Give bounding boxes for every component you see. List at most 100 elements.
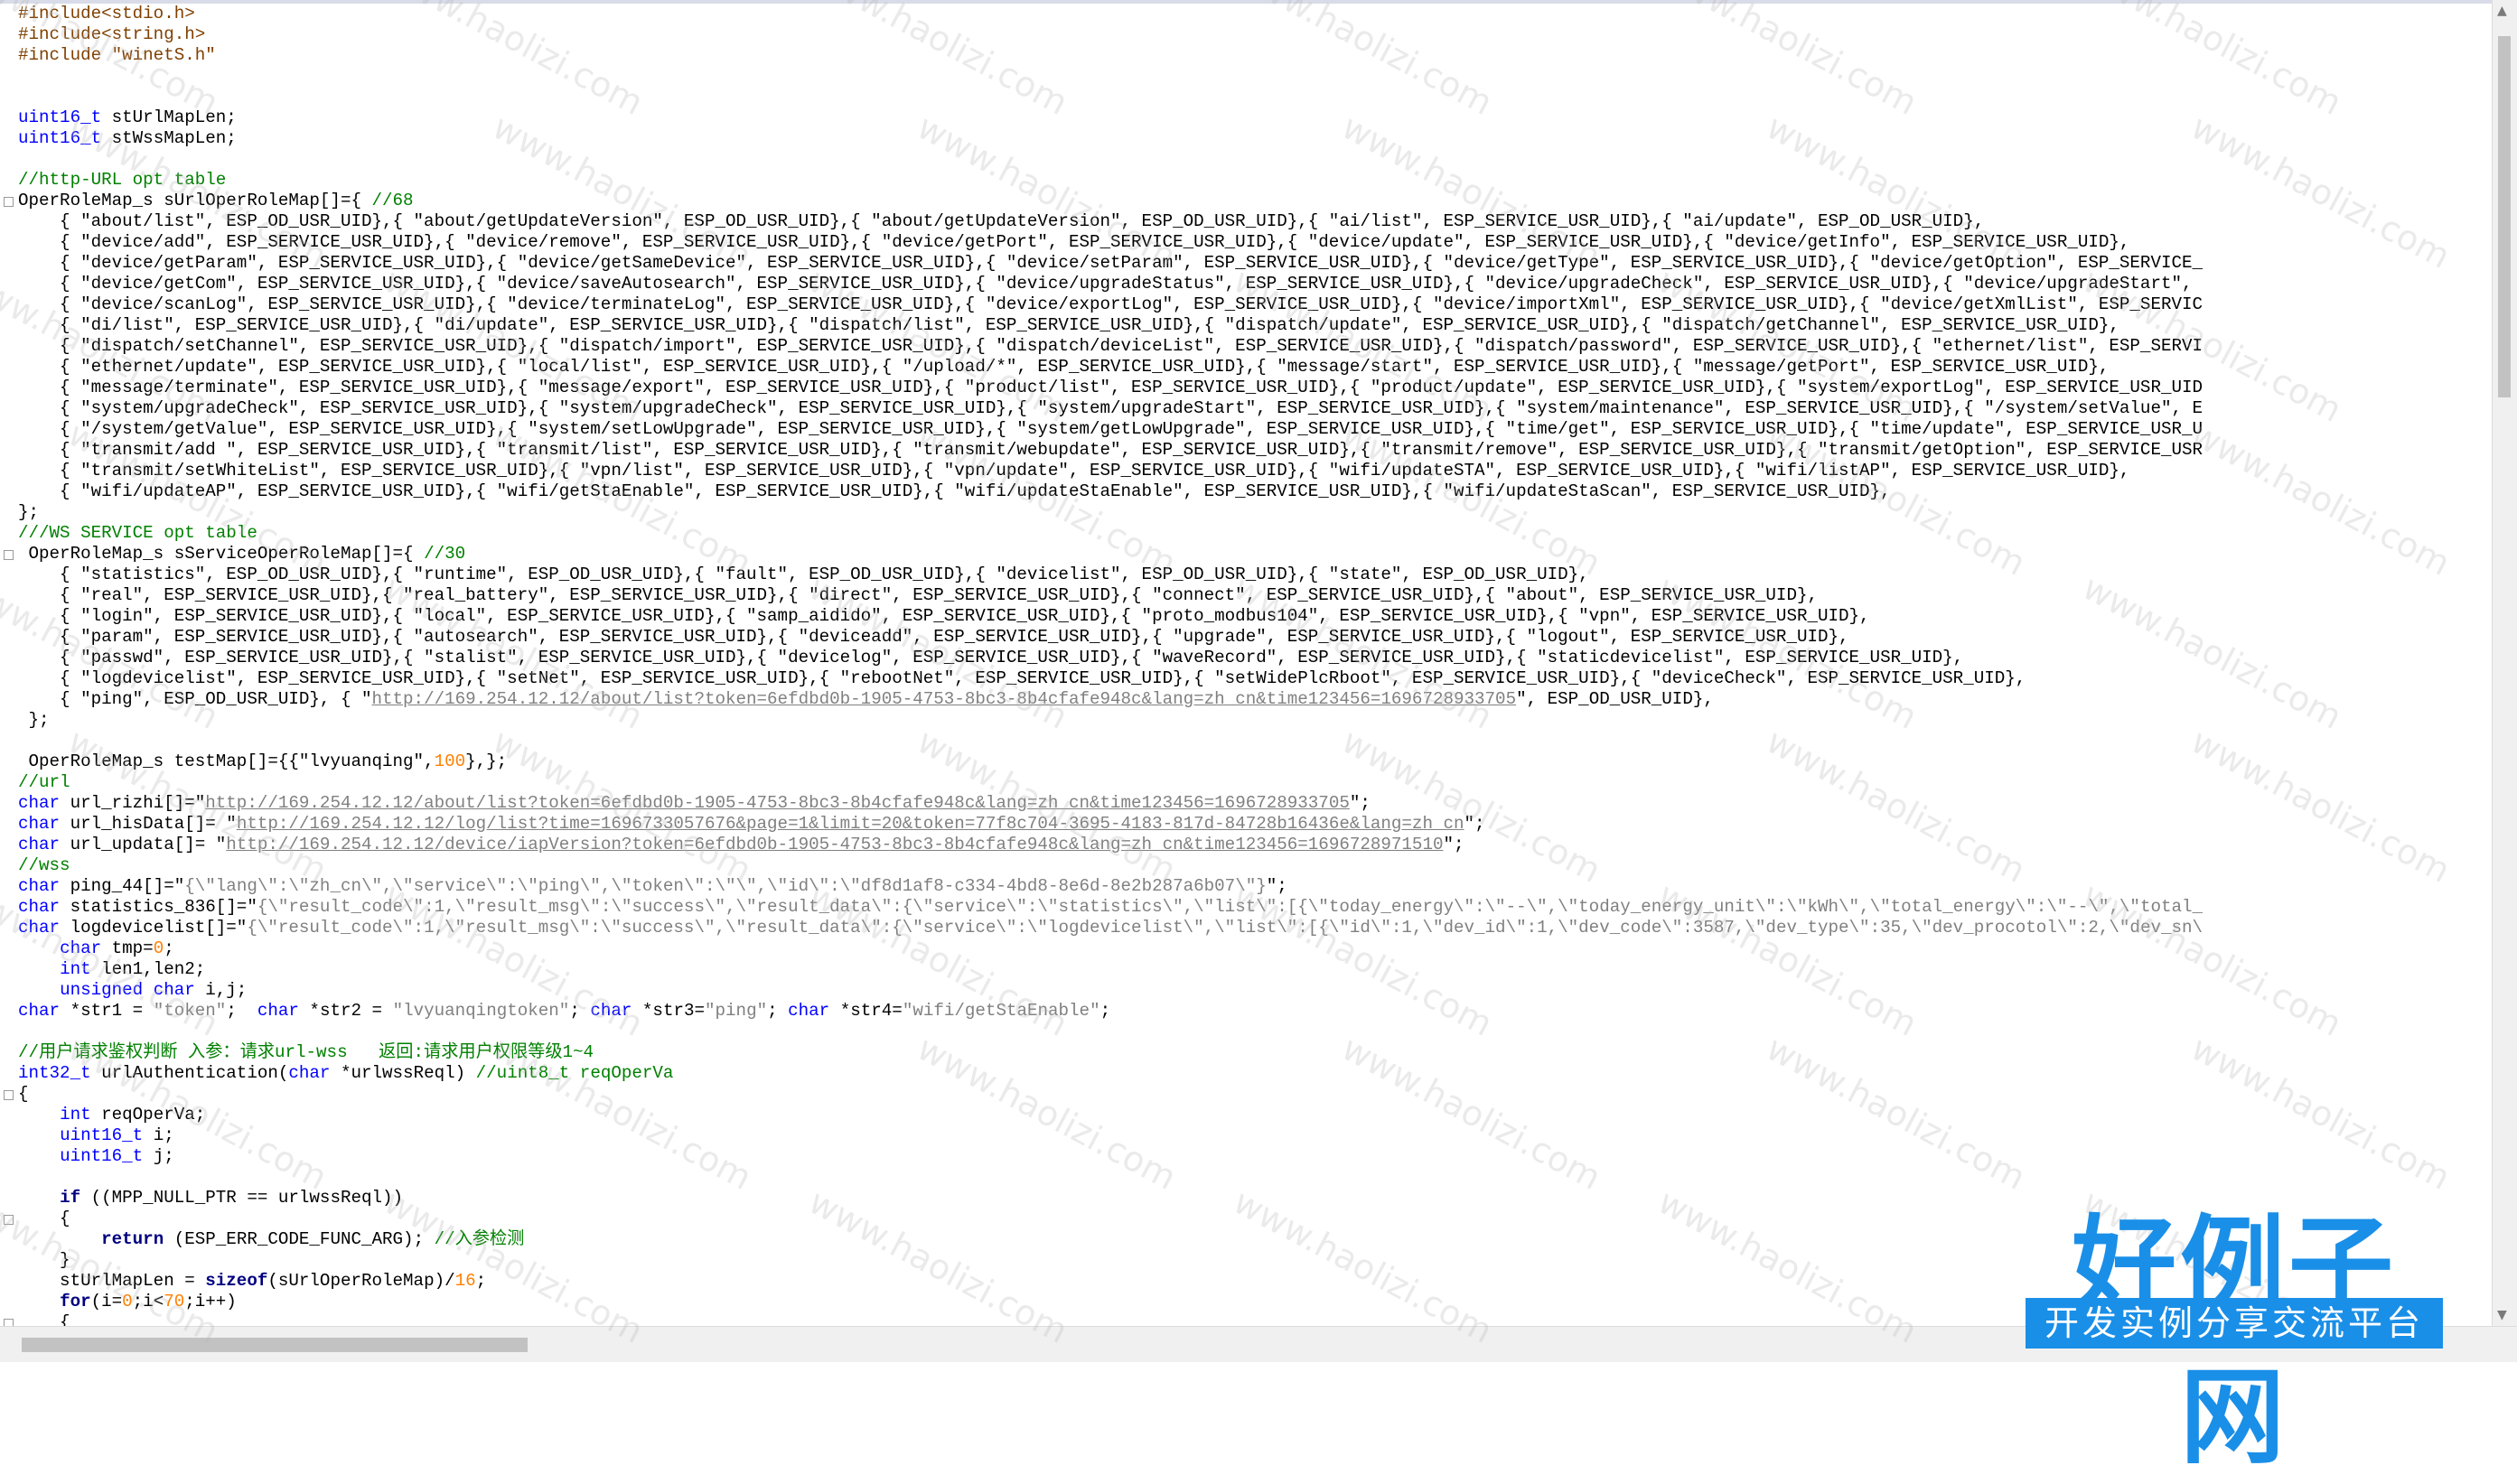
code-line: ; — [226, 1001, 257, 1021]
comment-line: //wss — [18, 855, 70, 875]
type-keyword: char — [788, 1001, 830, 1021]
number: 16 — [454, 1271, 476, 1291]
code-line: { — [18, 1312, 70, 1326]
type-keyword: char — [18, 793, 61, 813]
code-line: "; — [1443, 835, 1464, 854]
comment-line: //url — [18, 772, 70, 792]
fold-marker[interactable] — [4, 1215, 14, 1225]
code-line: { "transmit/setWhiteList", ESP_SERVICE_U… — [18, 461, 2130, 481]
code-line: *urlwssReql) — [330, 1063, 476, 1083]
url-link[interactable]: http://169.254.12.12/device/iapVersion?t… — [226, 835, 1443, 854]
horizontal-scroll-thumb[interactable] — [22, 1338, 528, 1352]
code-line: OperRoleMap_s testMap[]={{"lvyuanqing", — [18, 751, 435, 771]
code-line: { — [18, 1209, 70, 1228]
code-line: "; — [1464, 814, 1485, 834]
code-line: { "passwd", ESP_SERVICE_USR_UID},{ "stal… — [18, 648, 1964, 667]
code-line: (i= — [90, 1292, 123, 1311]
code-line: { "ping", ESP_OD_USR_UID}, { " — [18, 689, 372, 709]
code-line: ; — [164, 938, 174, 958]
code-line: j; — [143, 1146, 174, 1166]
comment-line: ///WS SERVICE opt table — [18, 523, 257, 543]
type-keyword: char — [18, 876, 61, 896]
code-line: ((MPP_NULL_PTR == urlwssReql)) — [80, 1188, 404, 1208]
string-literal: "ping" — [705, 1001, 768, 1021]
url-link[interactable]: http://169.254.12.12/about/list?token=6e… — [372, 689, 1517, 709]
code-line: *str2 = — [298, 1001, 393, 1021]
code-line: ; — [767, 1001, 789, 1021]
type-keyword: char — [18, 918, 61, 938]
code-line: urlAuthentication( — [90, 1063, 289, 1083]
code-line: *str3= — [632, 1001, 706, 1021]
vertical-scrollbar[interactable]: ▲ ▼ — [2492, 0, 2517, 1326]
number: 0 — [153, 938, 164, 958]
fold-marker[interactable] — [4, 1319, 14, 1326]
fold-gutter — [0, 7, 20, 1326]
comment: //uint8_t reqOperVa — [475, 1063, 674, 1083]
code-line: url_updata[]= " — [60, 835, 227, 854]
type-keyword: int32_t — [18, 1063, 91, 1083]
string-literal: "token" — [153, 1001, 227, 1021]
code-line: { "device/scanLog", ESP_SERVICE_USR_UID}… — [18, 294, 2204, 314]
code-line: ; — [475, 1271, 487, 1291]
code-line: { "di/list", ESP_SERVICE_USR_UID},{ "di/… — [18, 315, 2119, 335]
url-link[interactable]: http://169.254.12.12/about/list?token=6e… — [205, 793, 1350, 813]
code-line: ; — [1099, 1001, 1111, 1021]
control-keyword: for — [60, 1292, 91, 1311]
code-line: { "logdevicelist", ESP_SERVICE_USR_UID},… — [18, 668, 2026, 688]
comment-line: //http-URL opt table — [18, 170, 227, 190]
fold-marker[interactable] — [4, 550, 14, 560]
code-line: { "device/getParam", ESP_SERVICE_USR_UID… — [18, 253, 2204, 273]
code-line: { — [18, 1084, 29, 1104]
code-line: },}; — [465, 751, 508, 771]
type-keyword: char — [288, 1063, 331, 1083]
code-line: { "device/add", ESP_SERVICE_USR_UID},{ "… — [18, 232, 2130, 252]
code-text[interactable]: #include<stdio.h> #include<string.h> #in… — [18, 4, 2203, 1326]
code-line: { "ethernet/update", ESP_SERVICE_USR_UID… — [18, 357, 2110, 377]
type-keyword: uint16_t — [60, 1146, 144, 1166]
code-line: (ESP_ERR_CODE_FUNC_ARG); — [164, 1229, 435, 1249]
scroll-up-icon[interactable]: ▲ — [2497, 4, 2507, 18]
control-keyword: if — [60, 1188, 81, 1208]
string-literal: {\"lang\":\"zh_cn\",\"service\":\"ping\"… — [184, 876, 1267, 896]
comment-line: //用户请求鉴权判断 入参：请求url-wss 返回:请求用户权限等级1~4 — [18, 1042, 594, 1062]
code-line: { "statistics", ESP_OD_USR_UID},{ "runti… — [18, 565, 1589, 584]
code-line: ;i++) — [184, 1292, 237, 1311]
scroll-down-icon[interactable]: ▼ — [2497, 1308, 2507, 1322]
code-line: { "system/upgradeCheck", ESP_SERVICE_USR… — [18, 398, 2204, 418]
code-line: { "about/list", ESP_OD_USR_UID},{ "about… — [18, 211, 1985, 231]
comment: //30 — [424, 544, 466, 564]
code-line: { "message/terminate", ESP_SERVICE_USR_U… — [18, 378, 2204, 397]
type-keyword: char — [257, 1001, 299, 1021]
code-line: len1,len2; — [90, 959, 206, 979]
code-line: ;i< — [132, 1292, 164, 1311]
number: 0 — [122, 1292, 133, 1311]
code-line: } — [18, 1250, 70, 1270]
code-line: url_rizhi[]=" — [60, 793, 206, 813]
code-line: i; — [143, 1125, 174, 1145]
string-literal: "lvyuanqingtoken" — [392, 1001, 570, 1021]
fold-marker[interactable] — [4, 1090, 14, 1100]
code-line: i,j; — [194, 980, 248, 1000]
type-keyword: char — [60, 938, 102, 958]
type-keyword: char — [18, 814, 61, 834]
url-link[interactable]: http://169.254.12.12/log/list?time=16967… — [237, 814, 1464, 834]
code-line: "; — [1349, 793, 1371, 813]
code-editor[interactable]: #include<stdio.h> #include<string.h> #in… — [0, 0, 2492, 1326]
vertical-scroll-thumb[interactable] — [2498, 36, 2511, 397]
include-line: #include<string.h> — [18, 24, 206, 44]
type-keyword: uint16_t — [18, 107, 102, 127]
code-line: reqOperVa; — [90, 1105, 206, 1125]
code-line: stUrlMapLen; — [101, 107, 237, 127]
fold-marker[interactable] — [4, 197, 14, 207]
site-logo: 好例子网 开发实例分享交流平台 — [2022, 1188, 2447, 1479]
code-line: { "wifi/updateAP", ESP_SERVICE_USR_UID},… — [18, 481, 1891, 501]
code-line: { "real", ESP_SERVICE_USR_UID},{ "real_b… — [18, 585, 1818, 605]
code-line: *str1 = — [60, 1001, 154, 1021]
string-literal: {\"result_code\":1,\"result_msg\":\"succ… — [257, 897, 2204, 917]
type-keyword: char — [18, 897, 61, 917]
code-line: stUrlMapLen = — [18, 1271, 206, 1291]
code-line: ; — [569, 1001, 591, 1021]
code-line: { "/system/getValue", ESP_SERVICE_USR_UI… — [18, 419, 2204, 439]
string-literal: "wifi/getStaEnable" — [902, 1001, 1100, 1021]
type-keyword: char — [18, 1001, 61, 1021]
